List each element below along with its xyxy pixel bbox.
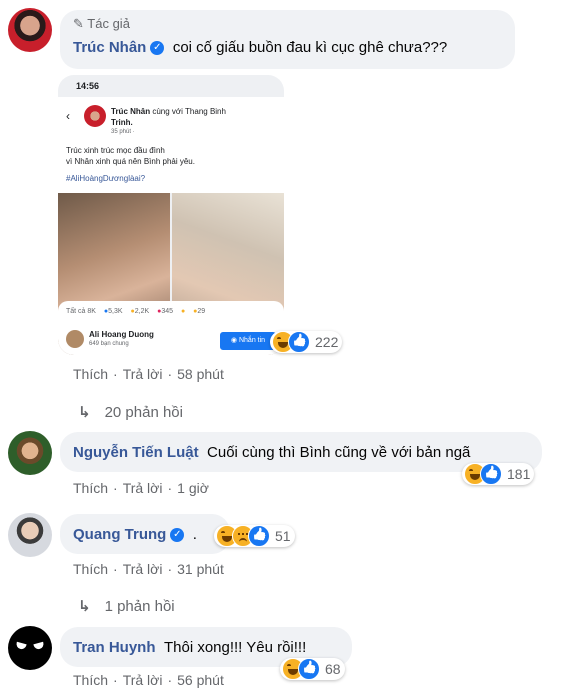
post-author: Trúc Nhân [111, 107, 151, 116]
comment-header: Quang Trung ✓ . [73, 526, 197, 544]
author-name[interactable]: Nguyễn Tiến Luật [73, 444, 199, 461]
comment-text: Thôi xong!!! Yêu rồi!!! [163, 639, 307, 656]
like-reaction-icon [298, 658, 320, 680]
avatar[interactable] [8, 513, 52, 557]
reaction-count: 181 [507, 466, 531, 482]
stat-all: Tất cả 8K [66, 308, 96, 315]
stat-love: 345 [161, 308, 174, 315]
comment-time[interactable]: 58 phút [177, 366, 224, 382]
stat-sad: 29 [197, 308, 206, 315]
profile-mutual: 649 bạn chung [89, 341, 129, 347]
view-replies-link[interactable]: ↳ 1 phản hồi [78, 597, 175, 615]
replies-count: 1 phản hồi [104, 598, 175, 615]
comment-text: Cuối cùng thì Bình cũng về với bản ngã [207, 444, 471, 461]
author-badge-label: Tác giả [87, 16, 130, 31]
comment-time[interactable]: 56 phút [177, 672, 224, 688]
reaction-summary[interactable]: 181 [462, 463, 535, 485]
like-button[interactable]: Thích [73, 480, 108, 496]
comment-time[interactable]: 1 giờ [177, 480, 209, 496]
reaction-summary[interactable]: 68 [280, 658, 345, 680]
verified-icon: ✓ [150, 40, 165, 55]
reaction-count: 51 [275, 528, 291, 544]
avatar[interactable] [8, 8, 52, 52]
reaction-stats: Tất cả 8K ●5,3K ●2,2K ●345 ● ●29 [66, 308, 205, 315]
like-reaction-icon [288, 331, 310, 353]
comment-image[interactable]: 14:56 ‹ Trúc Nhân cùng với Thang Binh Tr… [58, 75, 284, 355]
like-reaction-icon [480, 463, 502, 485]
comment-text: coi cố giấu buồn đau kì cục ghê chưa??? [172, 39, 448, 56]
profile-avatar [66, 330, 84, 348]
like-button[interactable]: Thích [73, 561, 108, 577]
post-avatar [84, 105, 106, 127]
status-time: 14:56 [76, 81, 100, 91]
verified-icon: ✓ [170, 527, 185, 542]
like-button[interactable]: Thích [73, 366, 108, 382]
comment-actions: Thích · Trả lời · 58 phút [73, 366, 224, 382]
comment-actions: Thích · Trả lời · 56 phút [73, 672, 224, 688]
avatar[interactable] [8, 431, 52, 475]
comment-header: Tran Huynh Thôi xong!!! Yêu rồi!!! [73, 639, 306, 657]
replies-count: 20 phản hồi [104, 404, 183, 421]
angry-eyes-icon-right [33, 641, 45, 651]
messenger-icon: ◉ [230, 337, 238, 344]
message-button: ◉ Nhắn tin [220, 332, 276, 350]
reply-arrow-icon: ↳ [78, 598, 91, 615]
comment-header: Trúc Nhân ✓ coi cố giấu buồn đau kì cục g… [73, 39, 447, 57]
like-reaction-icon [248, 525, 270, 547]
comment-text: . [192, 526, 197, 543]
profile-name: Ali Hoang Duong [89, 330, 154, 339]
reply-arrow-icon: ↳ [78, 404, 91, 421]
author-name[interactable]: Trúc Nhân [73, 39, 146, 56]
angry-eyes-icon [15, 641, 27, 651]
stat-haha: 2,2K [134, 308, 150, 315]
back-arrow-icon: ‹ [66, 109, 70, 123]
reply-button[interactable]: Trả lời [123, 366, 163, 382]
author-badge: ✎ Tác giả [73, 16, 130, 32]
comment-time[interactable]: 31 phút [177, 561, 224, 577]
reply-button[interactable]: Trả lời [123, 561, 163, 577]
reaction-summary[interactable]: 222 [270, 331, 343, 353]
post-hashtag: #AliHoàngDươnglàai? [66, 174, 146, 183]
comment-actions: Thích · Trả lời · 1 giờ [73, 480, 209, 496]
reply-button[interactable]: Trả lời [123, 480, 163, 496]
message-button-label: Nhắn tin [238, 337, 266, 344]
reply-button[interactable]: Trả lời [123, 672, 163, 688]
stat-like: 5,3K [108, 308, 123, 315]
reaction-count: 222 [315, 334, 339, 350]
post-body-2: vì Nhân xinh quá nên Bình phải yêu. [66, 157, 195, 166]
author-name[interactable]: Tran Huynh [73, 639, 156, 656]
post-body-1: Trúc xinh trúc mọc đầu đình [66, 146, 165, 155]
pencil-icon: ✎ [73, 16, 84, 31]
author-name[interactable]: Quang Trung [73, 526, 166, 543]
post-with-2: Trinh. [111, 118, 133, 127]
avatar[interactable] [8, 626, 52, 670]
stat-wow-icon: ● [180, 308, 186, 315]
post-time: 35 phút · [111, 129, 135, 135]
reaction-summary[interactable]: 51 [214, 525, 295, 547]
comment-header: Nguyễn Tiến Luật Cuối cùng thì Bình cũng… [73, 444, 470, 462]
post-with: cùng với Thang Binh [152, 107, 226, 116]
post-header: Trúc Nhân cùng với Thang Binh [111, 107, 271, 116]
like-button[interactable]: Thích [73, 672, 108, 688]
view-replies-link[interactable]: ↳ 20 phản hồi [78, 403, 183, 421]
comment-actions: Thích · Trả lời · 31 phút [73, 561, 224, 577]
reaction-count: 68 [325, 661, 341, 677]
